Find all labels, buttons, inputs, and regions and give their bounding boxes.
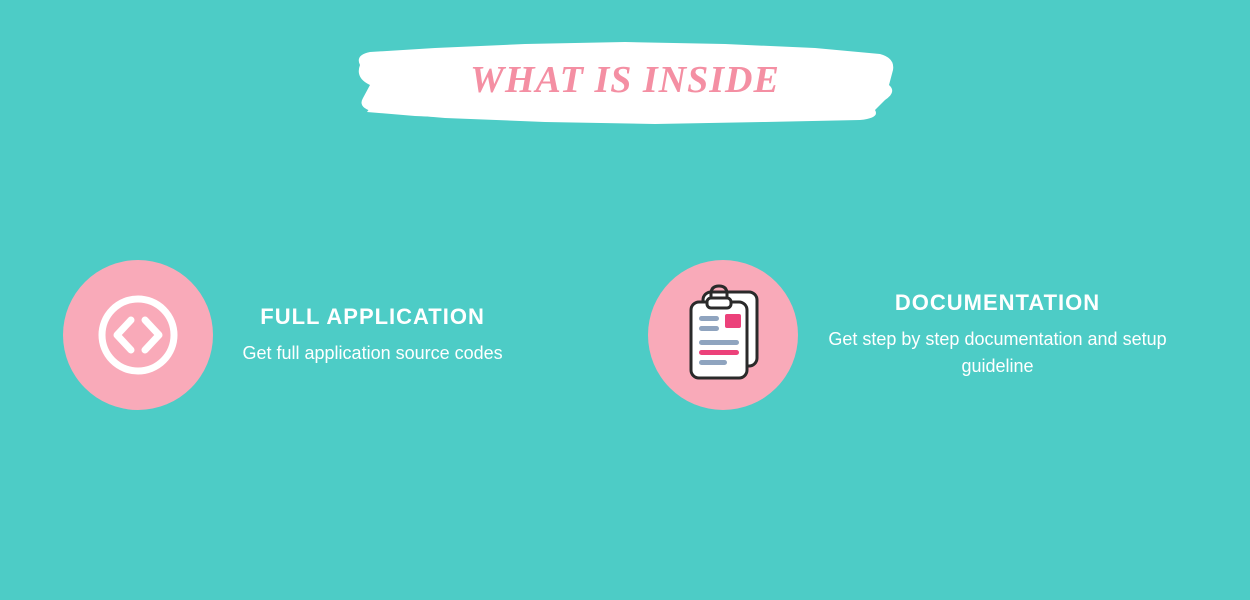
feature-text-block: DOCUMENTATION Get step by step documenta…: [828, 290, 1168, 380]
feature-text-block: FULL APPLICATION Get full application so…: [243, 304, 503, 367]
feature-full-application: FULL APPLICATION Get full application so…: [63, 260, 603, 410]
feature-description: Get full application source codes: [243, 340, 503, 367]
feature-documentation: DOCUMENTATION Get step by step documenta…: [648, 260, 1188, 410]
features-row: FULL APPLICATION Get full application so…: [0, 260, 1250, 410]
feature-title: FULL APPLICATION: [243, 304, 503, 330]
page-title: What is inside: [470, 58, 780, 102]
feature-description: Get step by step documentation and setup…: [828, 326, 1168, 380]
clipboard-document-icon: [648, 260, 798, 410]
feature-title: DOCUMENTATION: [828, 290, 1168, 316]
code-circle-icon: [63, 260, 213, 410]
header-banner: What is inside: [345, 30, 905, 130]
